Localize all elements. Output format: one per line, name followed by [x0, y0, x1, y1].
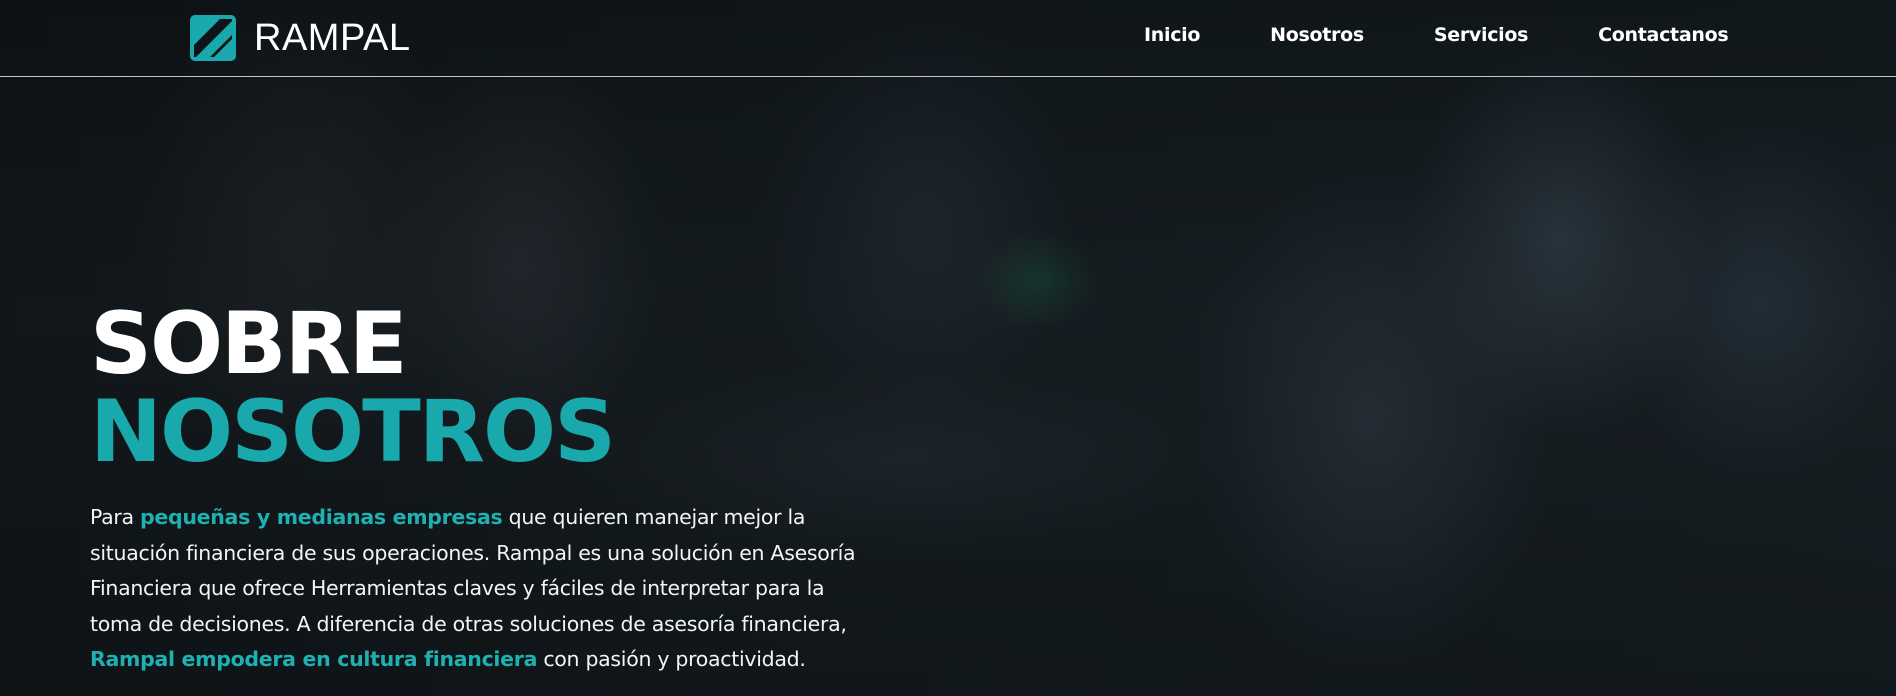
- rampal-logo-icon: [190, 15, 236, 61]
- nav-item-nosotros[interactable]: Nosotros: [1270, 24, 1364, 46]
- nav-item-contactanos[interactable]: Contactanos: [1598, 24, 1728, 46]
- desc-text-1: Para: [90, 505, 141, 529]
- page-title: SOBRE NOSOTROS: [90, 300, 870, 476]
- about-description: Para pequeñas y medianas empresas que qu…: [90, 500, 870, 678]
- brand-name: RAMPAL: [254, 16, 411, 59]
- site-header: RAMPAL Inicio Nosotros Servicios Contact…: [0, 0, 1896, 77]
- desc-text-3: con pasión y proactividad.: [537, 647, 806, 671]
- main-nav: Inicio Nosotros Servicios Contactanos: [1144, 24, 1729, 46]
- desc-highlight-pymes: pequeñas y medianas empresas: [140, 505, 503, 529]
- desc-highlight-empodera: Rampal empodera en cultura financiera: [90, 647, 538, 671]
- about-hero: SOBRE NOSOTROS Para pequeñas y medianas …: [90, 300, 870, 678]
- nav-item-inicio[interactable]: Inicio: [1144, 24, 1200, 46]
- title-line-sobre: SOBRE: [90, 294, 408, 394]
- brand-logo-link[interactable]: RAMPAL: [190, 15, 410, 61]
- nav-item-servicios[interactable]: Servicios: [1434, 24, 1529, 46]
- title-line-nosotros: NOSOTROS: [90, 382, 616, 482]
